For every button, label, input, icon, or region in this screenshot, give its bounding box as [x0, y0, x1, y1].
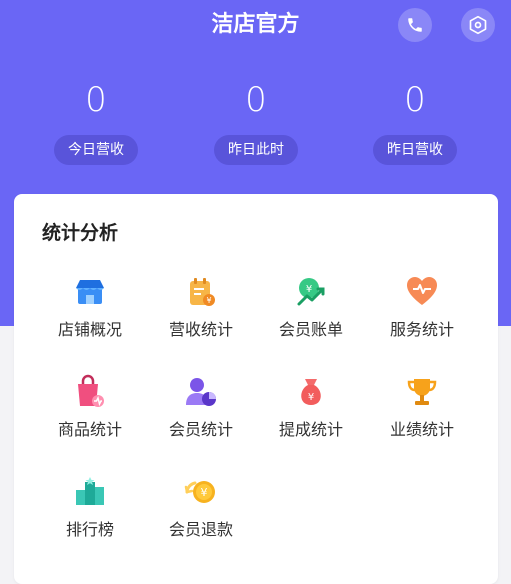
- phone-button[interactable]: [398, 8, 432, 42]
- tile-label: 提成统计: [278, 420, 343, 439]
- svg-text:¥: ¥: [206, 296, 211, 305]
- tile-member-bill[interactable]: ¥ 会员账单: [256, 274, 366, 364]
- stat-yesterday-revenue[interactable]: 0 昨日营收: [355, 80, 475, 165]
- shopping-bag-icon: [78, 374, 104, 407]
- stat-value: 0: [85, 80, 107, 120]
- revenue-calendar-icon: ¥: [190, 278, 215, 306]
- tile-label: 排行榜: [65, 520, 114, 539]
- stat-value: 0: [404, 80, 426, 120]
- tile-revenue-stats[interactable]: ¥ 营收统计: [146, 274, 256, 364]
- tile-product-stats[interactable]: 商品统计: [35, 374, 145, 464]
- tile-member-stats[interactable]: 会员统计: [146, 374, 256, 464]
- tile-store-overview[interactable]: 店铺概况: [35, 274, 145, 364]
- svg-text:¥: ¥: [308, 392, 314, 403]
- tile-commission-stats[interactable]: ¥ 提成统计: [256, 374, 366, 464]
- settings-hex-icon: [469, 15, 487, 35]
- tile-label: 营收统计: [168, 320, 233, 339]
- svg-text:¥: ¥: [306, 284, 312, 295]
- stat-label: 今日营收: [54, 135, 138, 165]
- svg-text:¥: ¥: [201, 486, 208, 499]
- stat-value: 0: [245, 80, 267, 120]
- stat-label: 昨日此时: [214, 135, 298, 165]
- phone-icon: [408, 18, 422, 32]
- tile-label: 服务统计: [389, 320, 454, 339]
- tile-label: 商品统计: [57, 420, 122, 439]
- trophy-icon: [407, 379, 437, 405]
- tile-label: 会员账单: [278, 320, 343, 339]
- refund-coin-icon: ¥: [184, 481, 215, 503]
- tile-label: 店铺概况: [57, 320, 122, 339]
- stat-today-revenue[interactable]: 0 今日营收: [36, 80, 156, 165]
- member-chart-icon: [186, 378, 216, 406]
- tile-label: 会员统计: [168, 420, 233, 439]
- member-bill-icon: ¥: [297, 278, 325, 306]
- tile-member-refund[interactable]: ¥ 会员退款: [146, 474, 256, 564]
- page-title: 洁店官方: [211, 12, 300, 37]
- stat-label: 昨日营收: [373, 135, 457, 165]
- tile-performance-stats[interactable]: 业绩统计: [367, 374, 477, 464]
- stat-yesterday-same-time[interactable]: 0 昨日此时: [196, 80, 316, 165]
- section-title: 统计分析: [42, 222, 119, 244]
- tile-label: 业绩统计: [389, 420, 454, 439]
- tile-ranking[interactable]: 排行榜: [35, 474, 145, 564]
- service-heart-icon: [407, 277, 437, 305]
- settings-button[interactable]: [461, 8, 495, 42]
- tile-label: 会员退款: [168, 520, 233, 539]
- tile-service-stats[interactable]: 服务统计: [367, 274, 477, 364]
- ranking-icon: [76, 477, 104, 505]
- store-icon: [76, 280, 104, 304]
- money-bag-icon: ¥: [301, 379, 321, 405]
- analysis-card: 统计分析 店铺概况 ¥ 营收统计 ¥ 会员账单 服务统计 商品统计 会员统计 ¥…: [14, 194, 498, 584]
